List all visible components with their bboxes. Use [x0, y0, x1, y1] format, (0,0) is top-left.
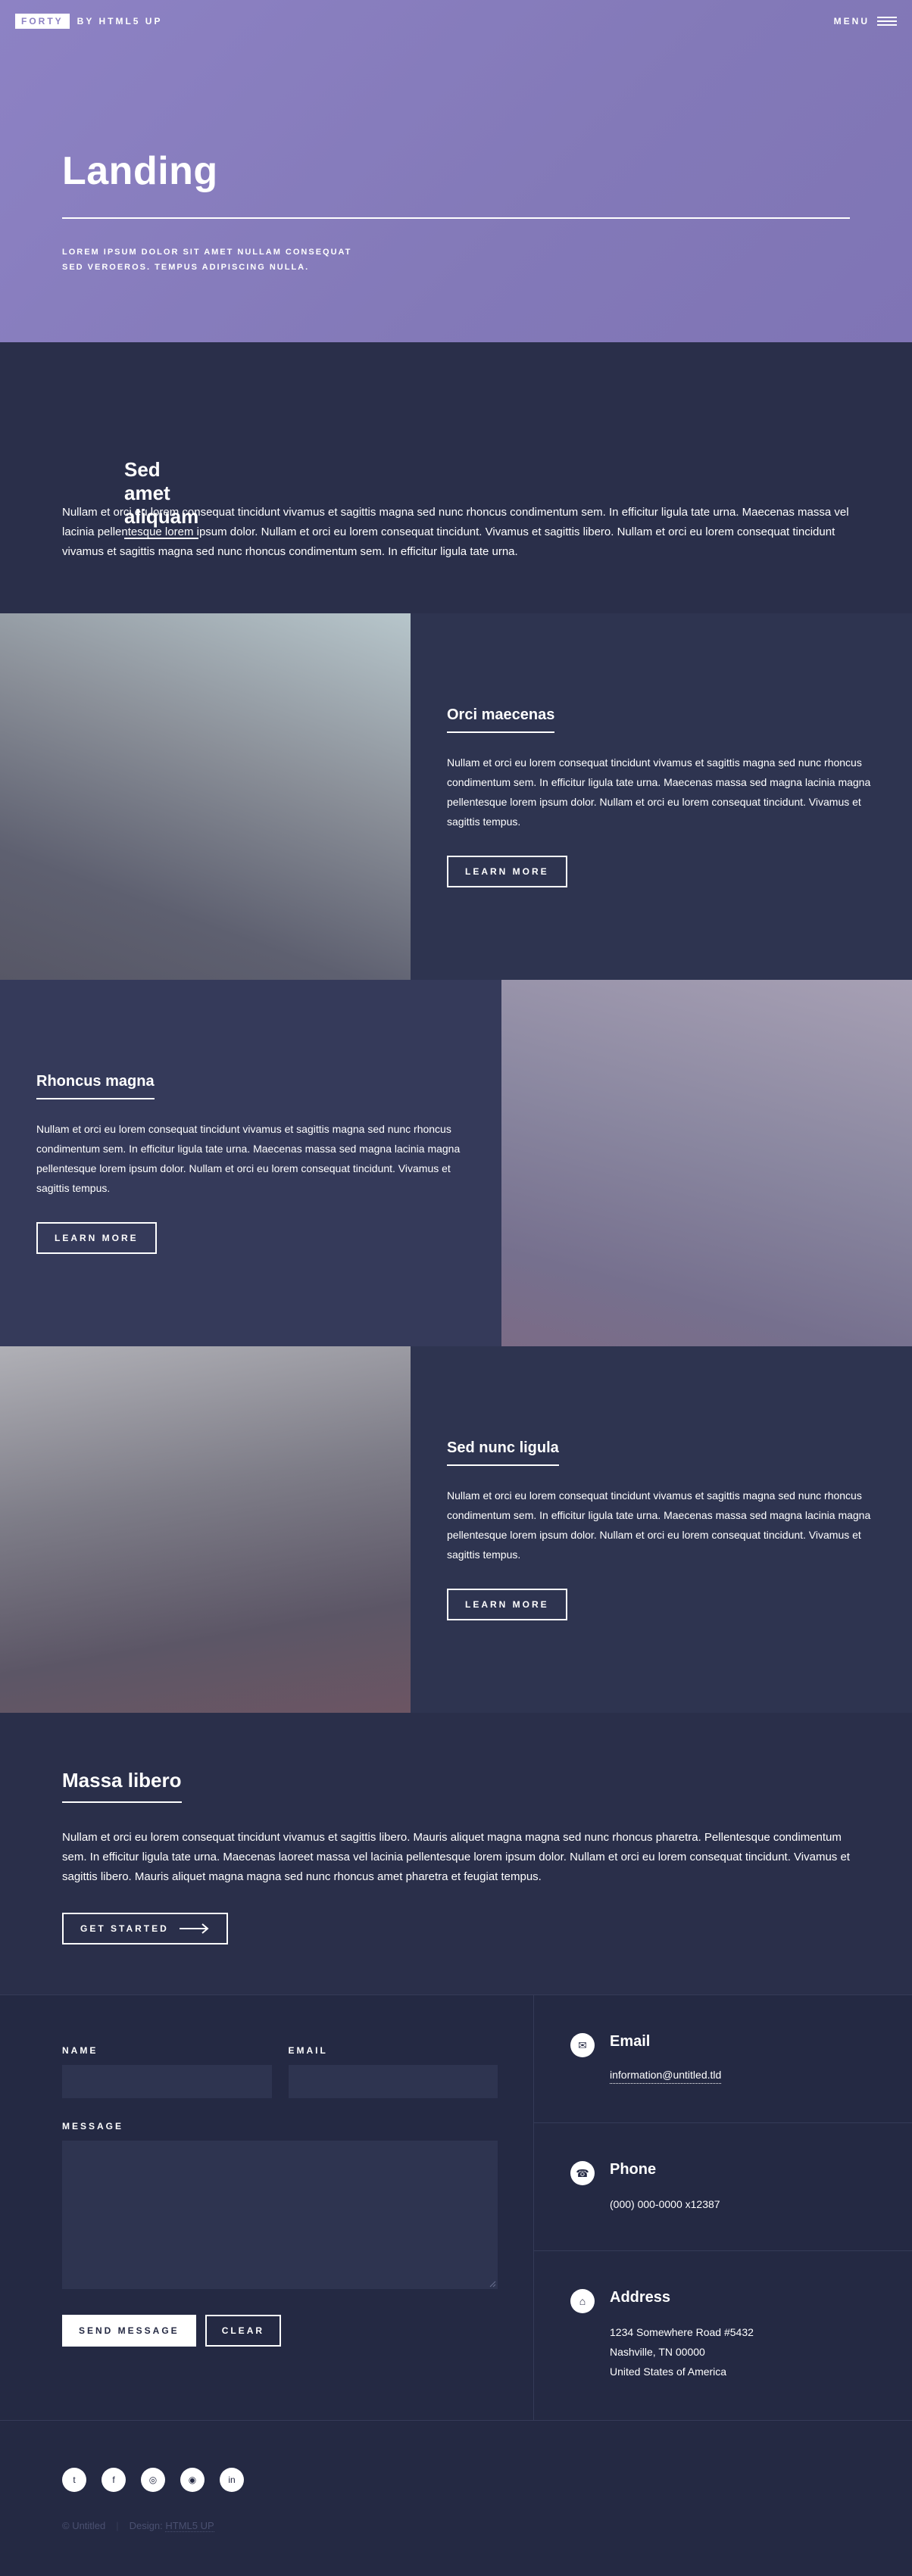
menu-label: MENU [833, 16, 870, 27]
email-field[interactable] [288, 2065, 498, 2098]
massa-section: Massa libero Nullam et orci eu lorem con… [0, 1713, 912, 1994]
header: FORTY BY HTML5 UP MENU [0, 0, 912, 42]
name-label: NAME [62, 2045, 98, 2056]
banner-subtitle-line: SED VEROEROS. TEMPUS ADIPISCING NULLA. [62, 263, 310, 272]
learn-more-button[interactable]: LEARN MORE [447, 1588, 567, 1620]
logo-byline: BY HTML5 UP [77, 16, 163, 27]
separator: | [116, 2520, 119, 2531]
spotlight-1: Orci maecenas Nullam et orci eu lorem co… [0, 613, 912, 980]
learn-more-button[interactable]: LEARN MORE [36, 1221, 157, 1254]
banner: Landing LOREM IPSUM DOLOR SIT AMET NULLA… [0, 0, 912, 342]
design-credit: Design: HTML5 UP [129, 2520, 214, 2532]
facebook-icon[interactable]: f [102, 2468, 126, 2492]
logo[interactable]: FORTY BY HTML5 UP [15, 14, 162, 29]
intro-text: Nullam et orci eu lorem consequat tincid… [62, 506, 849, 558]
spotlight-title: Rhoncus magna [36, 1073, 155, 1099]
spotlight-2: Rhoncus magna Nullam et orci eu lorem co… [0, 980, 912, 1346]
resize-handle-icon[interactable] [489, 2280, 496, 2288]
spotlight-text: Nullam et orci eu lorem consequat tincid… [447, 1489, 871, 1561]
arrow-right-icon [179, 1923, 209, 1934]
linkedin-icon[interactable]: in [220, 2468, 244, 2492]
spotlight-image [0, 1346, 411, 1713]
contact-email: ✉ Email information@untitled.tld [534, 1995, 912, 2123]
address-value: 1234 Somewhere Road #5432 Nashville, TN … [610, 2322, 754, 2381]
message-label: MESSAGE [62, 2121, 124, 2132]
get-started-label: GET STARTED [80, 1923, 169, 1934]
spotlight-text: Nullam et orci eu lorem consequat tincid… [36, 1122, 461, 1194]
phone-value: (000) 000-0000 x12387 [610, 2198, 720, 2210]
spotlight-text: Nullam et orci eu lorem consequat tincid… [447, 756, 871, 828]
spotlight-3: Sed nunc ligula Nullam et orci eu lorem … [0, 1346, 912, 1713]
learn-more-button[interactable]: LEARN MORE [447, 855, 567, 887]
copyright: © Untitled | Design: HTML5 UP [62, 2520, 214, 2532]
phone-title: Phone [610, 2161, 657, 2178]
copyright-text: © Untitled [62, 2520, 106, 2531]
footer: t f ◎ ◉ in © Untitled | Design: HTML5 UP [0, 2420, 912, 2576]
contact-section: NAME EMAIL MESSAGE SEND MESSAGE CLEAR ✉ … [0, 1994, 912, 2421]
spotlight-title: Orci maecenas [447, 706, 555, 733]
design-link[interactable]: HTML5 UP [165, 2520, 214, 2532]
contact-address: ⌂ Address 1234 Somewhere Road #5432 Nash… [534, 2251, 912, 2421]
get-started-button[interactable]: GET STARTED [62, 1913, 228, 1944]
twitter-icon[interactable]: t [62, 2468, 86, 2492]
intro-section: Sed amet aliquam Nullam et orci eu lorem… [0, 342, 912, 613]
hamburger-icon [877, 17, 897, 26]
logo-mark: FORTY [15, 14, 70, 29]
github-icon[interactable]: ◉ [180, 2468, 205, 2492]
clear-button[interactable]: CLEAR [205, 2315, 282, 2347]
envelope-icon: ✉ [570, 2033, 595, 2057]
address-line: United States of America [610, 2365, 727, 2378]
spotlight-title: Sed nunc ligula [447, 1439, 559, 1466]
instagram-icon[interactable]: ◎ [141, 2468, 165, 2492]
banner-subtitle-line: LOREM IPSUM DOLOR SIT AMET NULLAM CONSEQ… [62, 248, 352, 257]
spotlight-image [0, 613, 411, 980]
address-line: Nashville, TN 00000 [610, 2346, 705, 2358]
banner-rule [62, 217, 850, 219]
message-field[interactable] [62, 2141, 498, 2289]
massa-title: Massa libero [62, 1769, 182, 1803]
home-icon: ⌂ [570, 2289, 595, 2313]
spotlight-image [501, 980, 912, 1346]
banner-title: Landing [62, 149, 218, 193]
banner-subtitle: LOREM IPSUM DOLOR SIT AMET NULLAM CONSEQ… [62, 245, 380, 275]
phone-icon: ☎ [570, 2161, 595, 2185]
email-link[interactable]: information@untitled.tld [610, 2066, 722, 2084]
massa-text: Nullam et orci eu lorem consequat tincid… [62, 1831, 850, 1883]
address-line: 1234 Somewhere Road #5432 [610, 2326, 754, 2338]
design-label: Design: [129, 2520, 163, 2531]
address-title: Address [610, 2289, 671, 2306]
social-links: t f ◎ ◉ in [62, 2468, 244, 2492]
contact-phone: ☎ Phone (000) 000-0000 x12387 [534, 2123, 912, 2251]
contact-form: NAME EMAIL MESSAGE SEND MESSAGE CLEAR [62, 2045, 498, 2347]
email-label: EMAIL [288, 2045, 328, 2056]
name-field[interactable] [62, 2065, 272, 2098]
send-message-button[interactable]: SEND MESSAGE [62, 2315, 196, 2347]
email-title: Email [610, 2033, 651, 2050]
menu-button[interactable]: MENU [834, 16, 897, 27]
